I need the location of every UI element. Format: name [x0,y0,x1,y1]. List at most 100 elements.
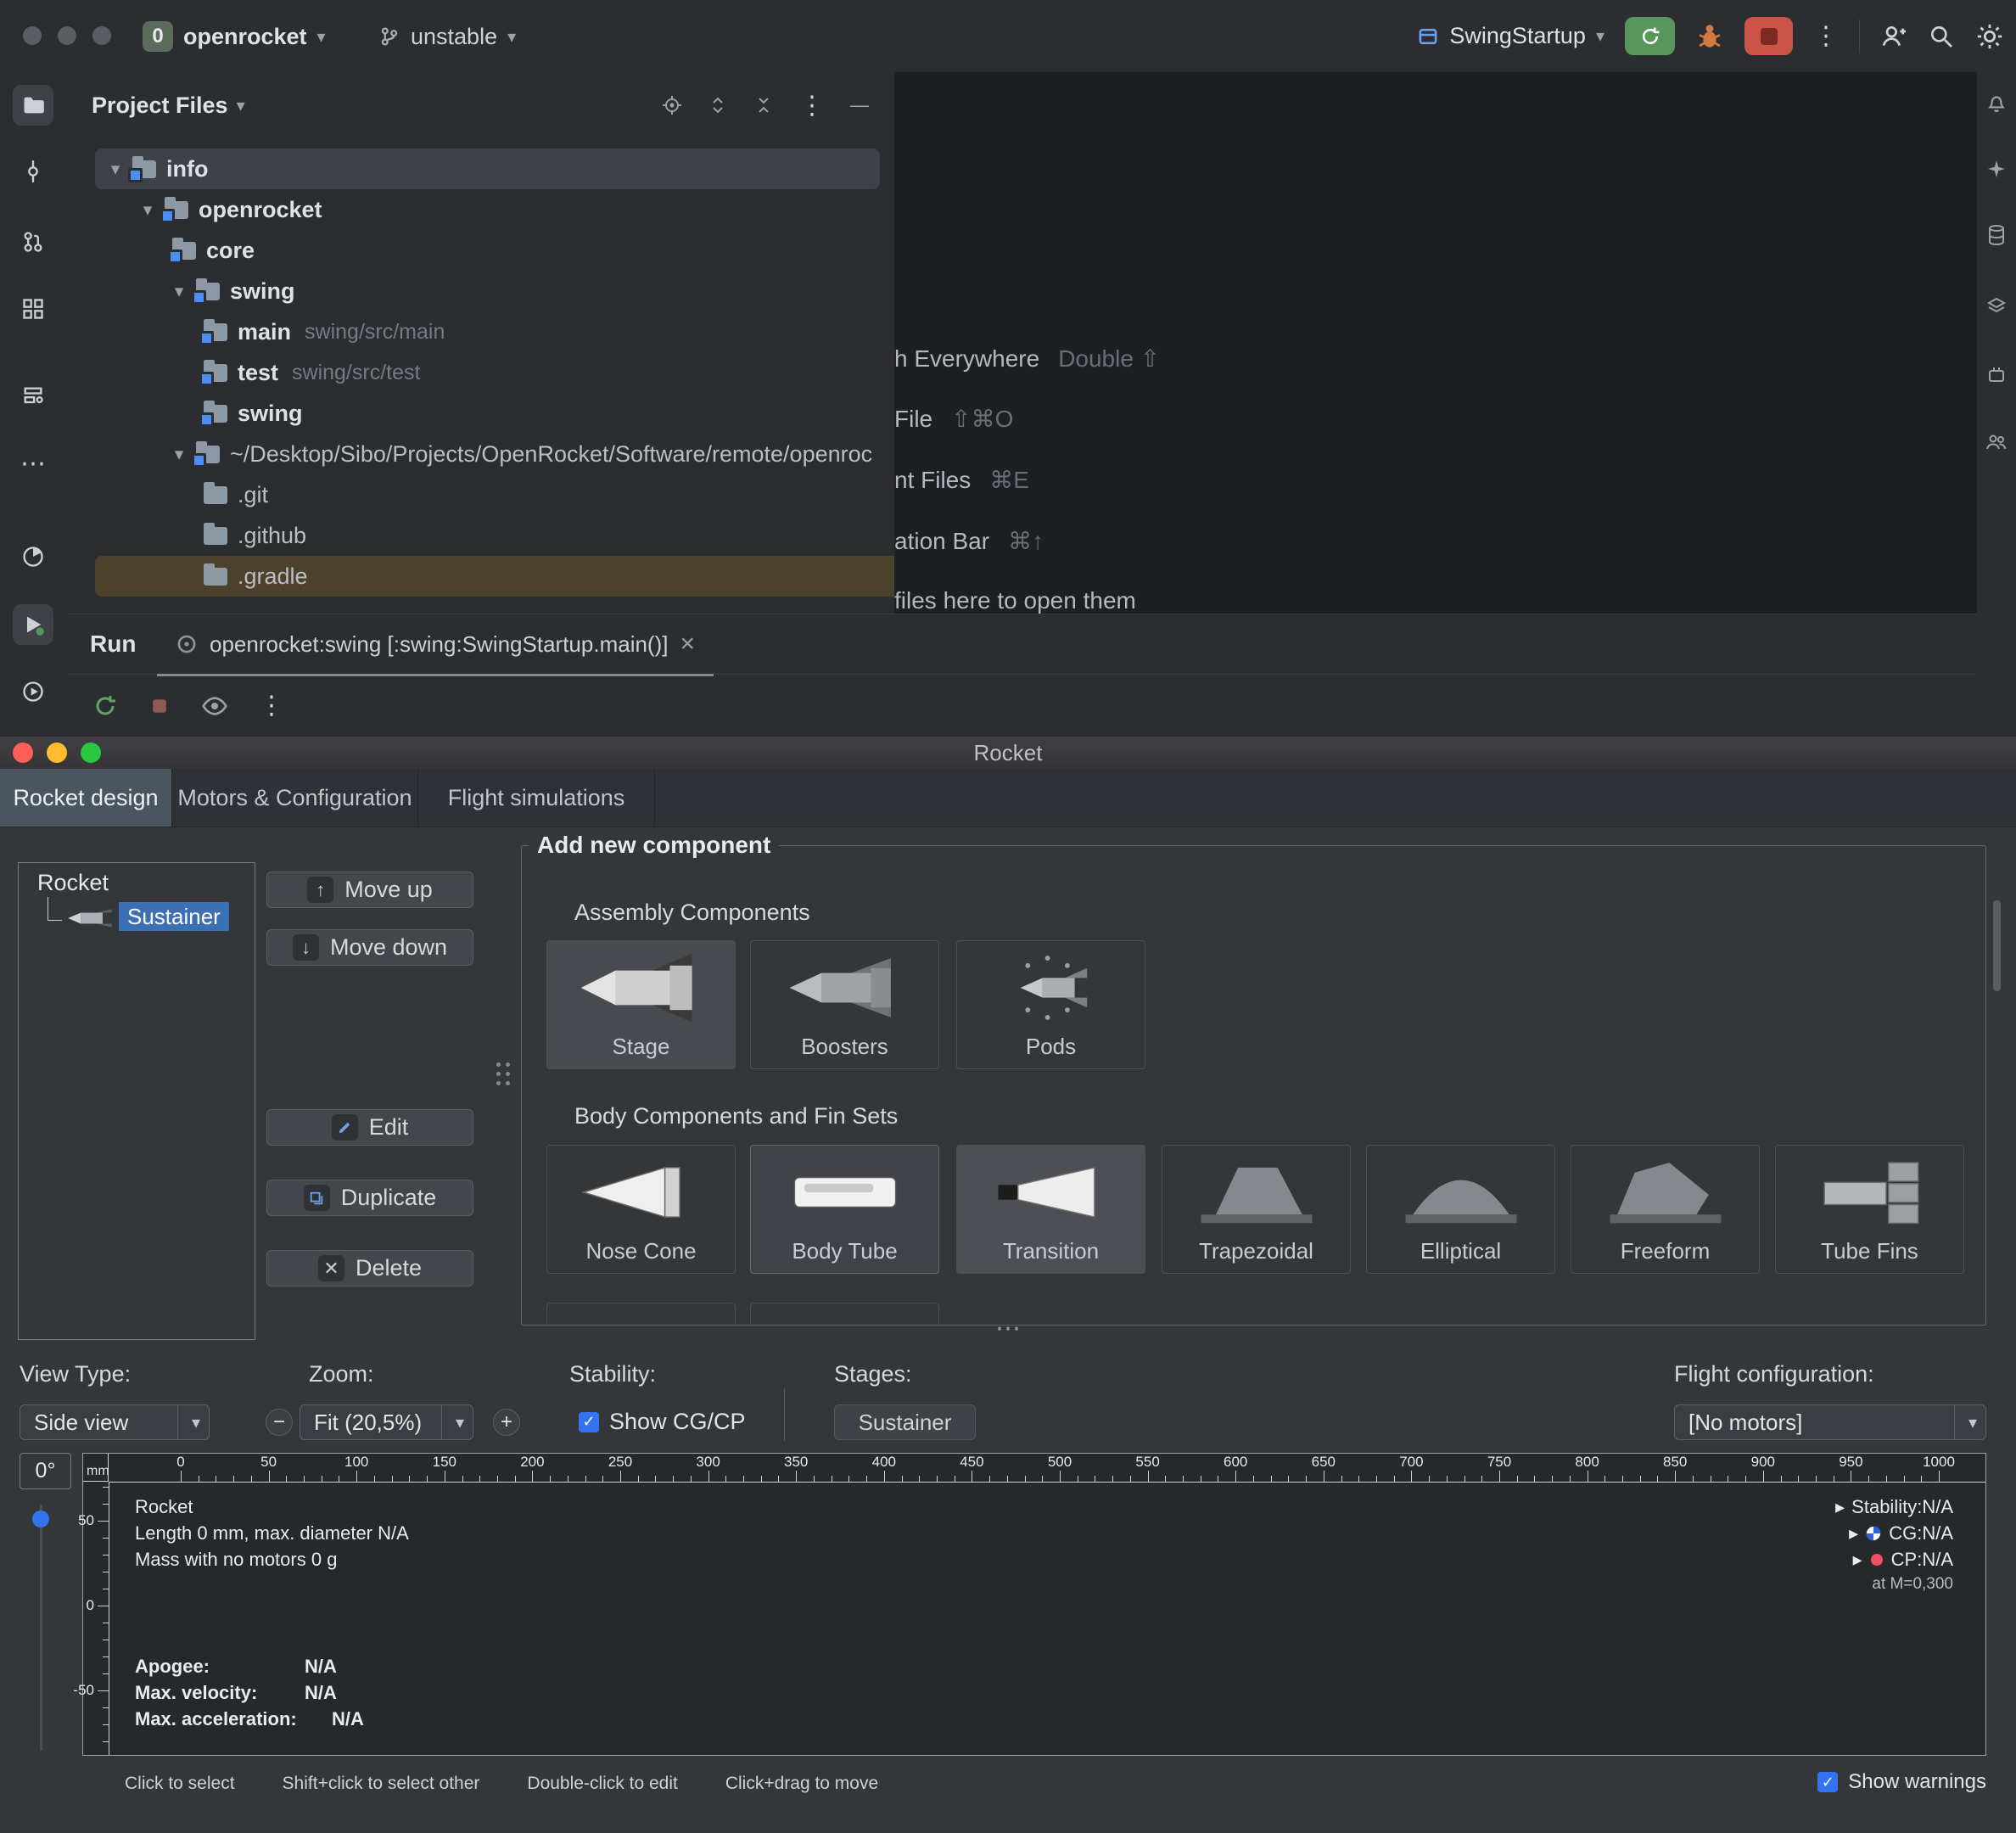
component-nose-cone-button[interactable]: Nose Cone [546,1145,736,1274]
component-partial-cell[interactable] [750,1303,939,1326]
figure-length-info: Length 0 mm, max. diameter N/A [135,1522,409,1544]
locate-file-icon[interactable] [662,95,682,115]
tree-row-github[interactable]: .github [95,515,895,556]
flight-configuration-select[interactable]: [No motors] [1674,1404,1986,1440]
tree-row-swing-module[interactable]: swing [95,393,895,434]
minimize-button[interactable] [47,743,67,763]
tree-row-info[interactable]: info [95,149,880,189]
zoom-label: Zoom: [309,1361,374,1387]
component-pods-button[interactable]: Pods [956,940,1145,1069]
zoom-out-button[interactable]: − [266,1409,293,1436]
tree-row-main[interactable]: mainswing/src/main [95,311,895,352]
component-elliptical-button[interactable]: Elliptical [1366,1145,1555,1274]
panel-options-icon[interactable] [799,91,825,121]
component-body-tube-button[interactable]: Body Tube [750,1145,939,1274]
tree-row-test[interactable]: testswing/src/test [95,352,895,393]
debug-button[interactable] [1695,22,1724,51]
tree-row-openrocket[interactable]: openrocket [95,189,895,230]
tree-root-rocket[interactable]: Rocket [37,870,109,896]
more-tool-windows-icon[interactable] [13,443,53,484]
close-button[interactable] [13,743,33,763]
duplicate-button[interactable]: Duplicate [266,1180,473,1216]
stop-process-icon[interactable] [148,695,171,717]
branch-selector[interactable]: unstable [378,18,516,55]
run-button[interactable] [1625,17,1675,55]
tree-row-project-path[interactable]: ~/Desktop/Sibo/Projects/OpenRocket/Softw… [95,434,895,474]
commit-tool-icon[interactable] [13,151,53,192]
run-config-selector[interactable]: SwingStartup [1417,18,1604,55]
tab-motors-configuration[interactable]: Motors & Configuration [172,769,418,827]
move-down-button[interactable]: ↓Move down [266,929,473,966]
component-transition-button[interactable]: Transition [956,1145,1145,1274]
chevron-down-icon[interactable] [167,281,191,302]
component-boosters-button[interactable]: Boosters [750,940,939,1069]
profiler-tool-icon[interactable] [13,536,53,577]
dependencies-tool-icon[interactable] [13,376,53,417]
component-stage-button[interactable]: Stage [546,940,736,1069]
expand-all-icon[interactable] [708,95,728,115]
run-config-tab[interactable]: openrocket:swing [:swing:SwingStartup.ma… [157,614,714,676]
settings-gear-icon[interactable] [1975,22,2004,51]
zoom-in-button[interactable]: + [493,1409,520,1436]
rotation-slider-track[interactable] [40,1505,42,1751]
component-tube-fins-button[interactable]: Tube Fins [1775,1145,1964,1274]
ai-assistant-icon[interactable] [1980,152,2013,186]
close-tab-icon[interactable] [680,630,695,659]
close-button[interactable] [23,26,42,45]
component-trapezoidal-button[interactable]: Trapezoidal [1162,1145,1351,1274]
tree-row-core[interactable]: core [95,230,895,271]
maximize-button[interactable] [92,26,111,45]
component-freeform-button[interactable]: Freeform [1571,1145,1760,1274]
rocket-figure-canvas[interactable]: mm 0501001502002503003504004505005506006… [82,1453,1986,1756]
zoom-button[interactable] [81,743,101,763]
zoom-select[interactable]: Fit (20,5%) [300,1404,473,1440]
splitter-grip[interactable] [496,1062,510,1101]
show-cgcp-checkbox[interactable]: Show CG/CP [579,1409,746,1435]
build-tool-icon[interactable] [1980,289,2013,323]
chevron-down-icon[interactable] [167,444,191,465]
panel-collapse-grip[interactable] [974,1314,1042,1343]
module-folder-icon [196,283,220,300]
services-tool-icon[interactable] [13,671,53,712]
pull-requests-icon[interactable] [13,221,53,262]
edit-button[interactable]: Edit [266,1109,473,1146]
collapse-all-icon[interactable] [753,95,774,115]
hide-panel-icon[interactable] [850,94,869,116]
stop-button[interactable] [1744,17,1793,55]
chevron-down-icon[interactable] [104,159,127,180]
stage-toggle-sustainer[interactable]: Sustainer [834,1404,976,1440]
search-icon[interactable] [1928,23,1955,50]
plugin-icon[interactable] [1980,357,2013,391]
tree-branch-line [48,897,62,921]
run-more-options-icon[interactable] [259,691,284,720]
tab-flight-simulations[interactable]: Flight simulations [418,769,655,827]
scrollbar-thumb[interactable] [1993,900,2001,991]
more-actions-icon[interactable] [1813,21,1839,51]
rotation-spinner[interactable]: 0° [20,1453,71,1489]
tree-item-sustainer[interactable]: Sustainer [119,902,229,931]
project-view-selector[interactable]: Project Files [92,92,245,119]
minimize-button[interactable] [58,26,76,45]
structure-tool-icon[interactable] [13,289,53,329]
flight-configuration-label: Flight configuration: [1674,1361,1874,1387]
rerun-icon[interactable] [92,693,118,719]
view-type-select[interactable]: Side view [20,1404,210,1440]
tree-row-gradle[interactable]: .gradle [95,556,895,597]
show-warnings-checkbox[interactable]: Show warnings [1817,1770,1986,1794]
chevron-down-icon[interactable] [136,199,160,221]
database-icon[interactable] [1980,218,2013,252]
run-tool-icon[interactable] [13,604,53,645]
tree-row-git[interactable]: .git [95,474,895,515]
tree-row-swing[interactable]: swing [95,271,895,311]
component-partial-cell[interactable] [546,1303,736,1326]
delete-button[interactable]: ✕Delete [266,1250,473,1286]
add-user-icon[interactable] [1880,23,1907,50]
rotation-slider-handle[interactable] [32,1511,49,1528]
notifications-bell-icon[interactable] [1980,86,2013,120]
show-output-eye-icon[interactable] [201,696,228,716]
code-with-me-icon[interactable] [1980,425,2013,459]
project-selector[interactable]: 0 openrocket [143,18,326,55]
tab-rocket-design[interactable]: Rocket design [0,769,172,827]
project-tool-icon[interactable] [13,85,53,126]
move-up-button[interactable]: ↑Move up [266,872,473,908]
